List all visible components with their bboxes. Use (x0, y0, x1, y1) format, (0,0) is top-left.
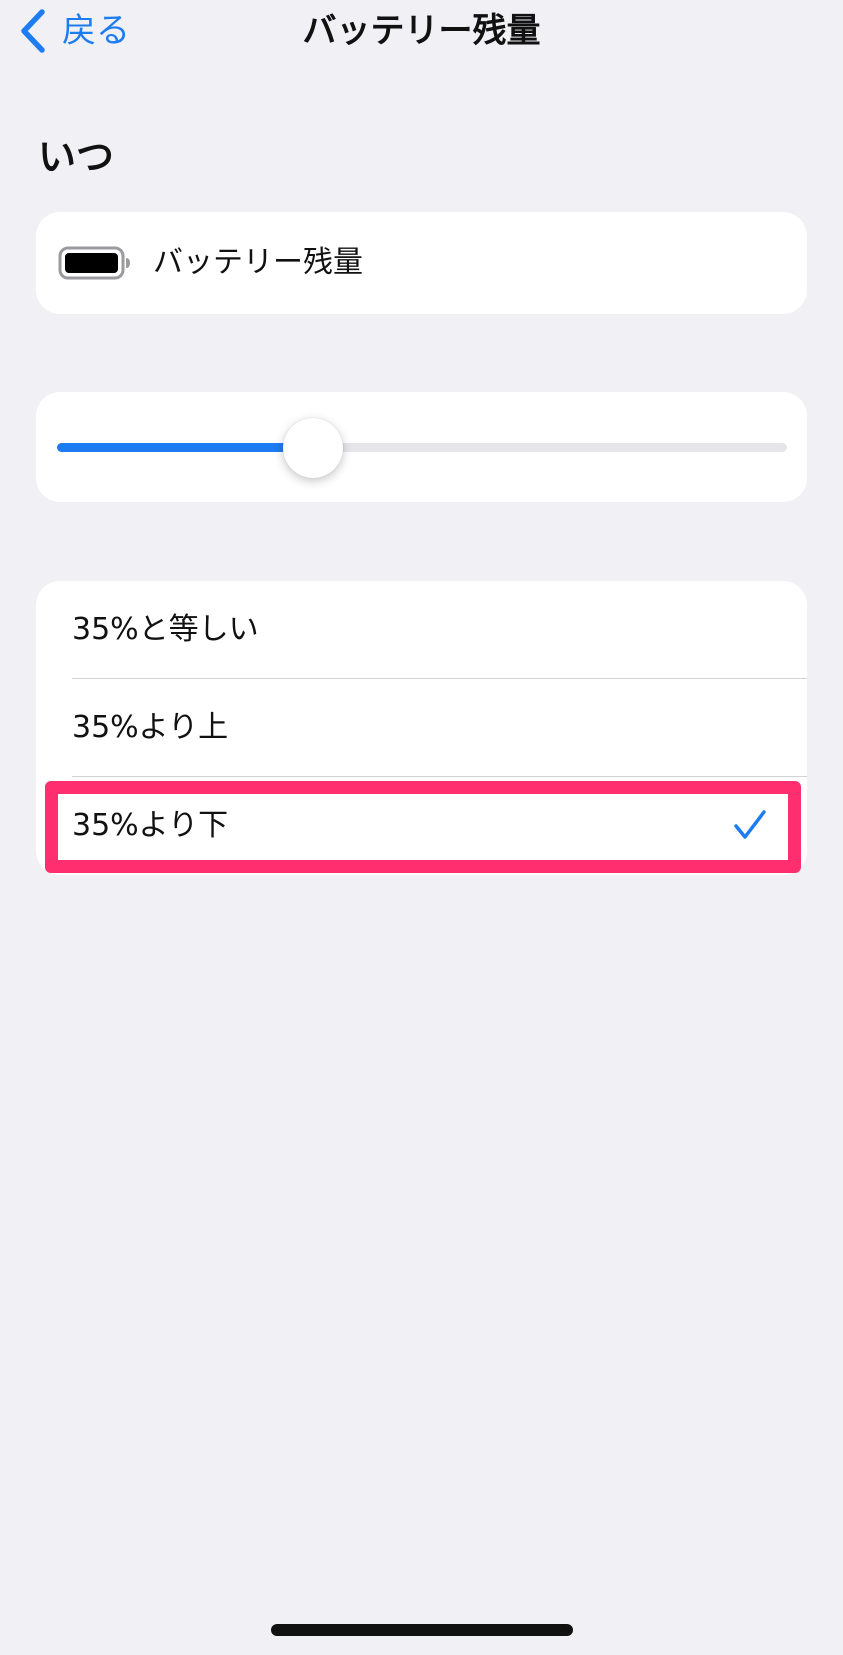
slider-thumb[interactable] (282, 417, 343, 478)
home-indicator (271, 1624, 573, 1636)
battery-level-label: バッテリー残量 (153, 245, 363, 280)
page-title: バッテリー残量 (302, 11, 541, 51)
section-title-when: いつ (38, 135, 115, 179)
battery-full-icon (58, 246, 130, 280)
checkmark-icon (734, 810, 766, 839)
option-label: 35%より下 (72, 808, 229, 843)
battery-level-row[interactable]: バッテリー残量 (36, 212, 807, 314)
condition-options-list: 35%と等しい 35%より上 35%より下 (36, 581, 807, 875)
slider-fill (57, 443, 313, 452)
option-label: 35%と等しい (72, 612, 259, 647)
option-equal[interactable]: 35%と等しい (36, 581, 807, 679)
option-above[interactable]: 35%より上 (36, 679, 807, 777)
option-label: 35%より上 (72, 710, 229, 745)
battery-level-slider[interactable] (57, 417, 787, 478)
slider-card (36, 392, 807, 502)
navigation-bar: 戻る バッテリー残量 (0, 0, 843, 64)
option-below[interactable]: 35%より下 (36, 777, 807, 875)
